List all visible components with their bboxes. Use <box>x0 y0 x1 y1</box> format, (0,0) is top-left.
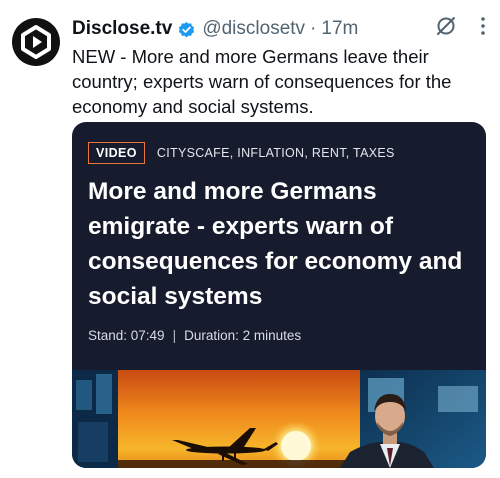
video-badge: VIDEO <box>88 142 145 164</box>
card-headline: More and more Germans emigrate - experts… <box>88 178 463 310</box>
card-stand-time: Stand: 07:49 <box>88 328 165 343</box>
author-name[interactable]: Disclose.tv <box>72 18 172 40</box>
card-duration: Duration: 2 minutes <box>184 328 302 343</box>
tweet-timestamp[interactable]: 17m <box>321 18 358 40</box>
tweet-header: Disclose.tv @disclosetv · 17m <box>72 14 482 44</box>
tweet-text: NEW - More and more Germans leave their … <box>72 46 452 117</box>
meta-separator: | <box>172 328 177 343</box>
card-tags: CITYSCAFE, INFLATION, RENT, TAXES <box>156 146 395 160</box>
disclose-tv-logo-icon <box>21 25 51 59</box>
grok-icon[interactable] <box>434 14 458 43</box>
link-card[interactable]: VIDEO CITYSCAFE, INFLATION, RENT, TAXES … <box>72 122 486 468</box>
card-thumbnail[interactable] <box>72 370 486 468</box>
header-actions <box>434 14 486 43</box>
verified-badge-icon <box>177 20 196 39</box>
header-separator: · <box>310 18 317 39</box>
more-options-icon[interactable] <box>480 16 486 41</box>
card-meta: Stand: 07:49 | Duration: 2 minutes <box>88 328 301 343</box>
author-handle[interactable]: @disclosetv <box>202 18 305 40</box>
card-tag-row: VIDEO CITYSCAFE, INFLATION, RENT, TAXES <box>88 142 395 164</box>
avatar[interactable] <box>12 18 60 66</box>
